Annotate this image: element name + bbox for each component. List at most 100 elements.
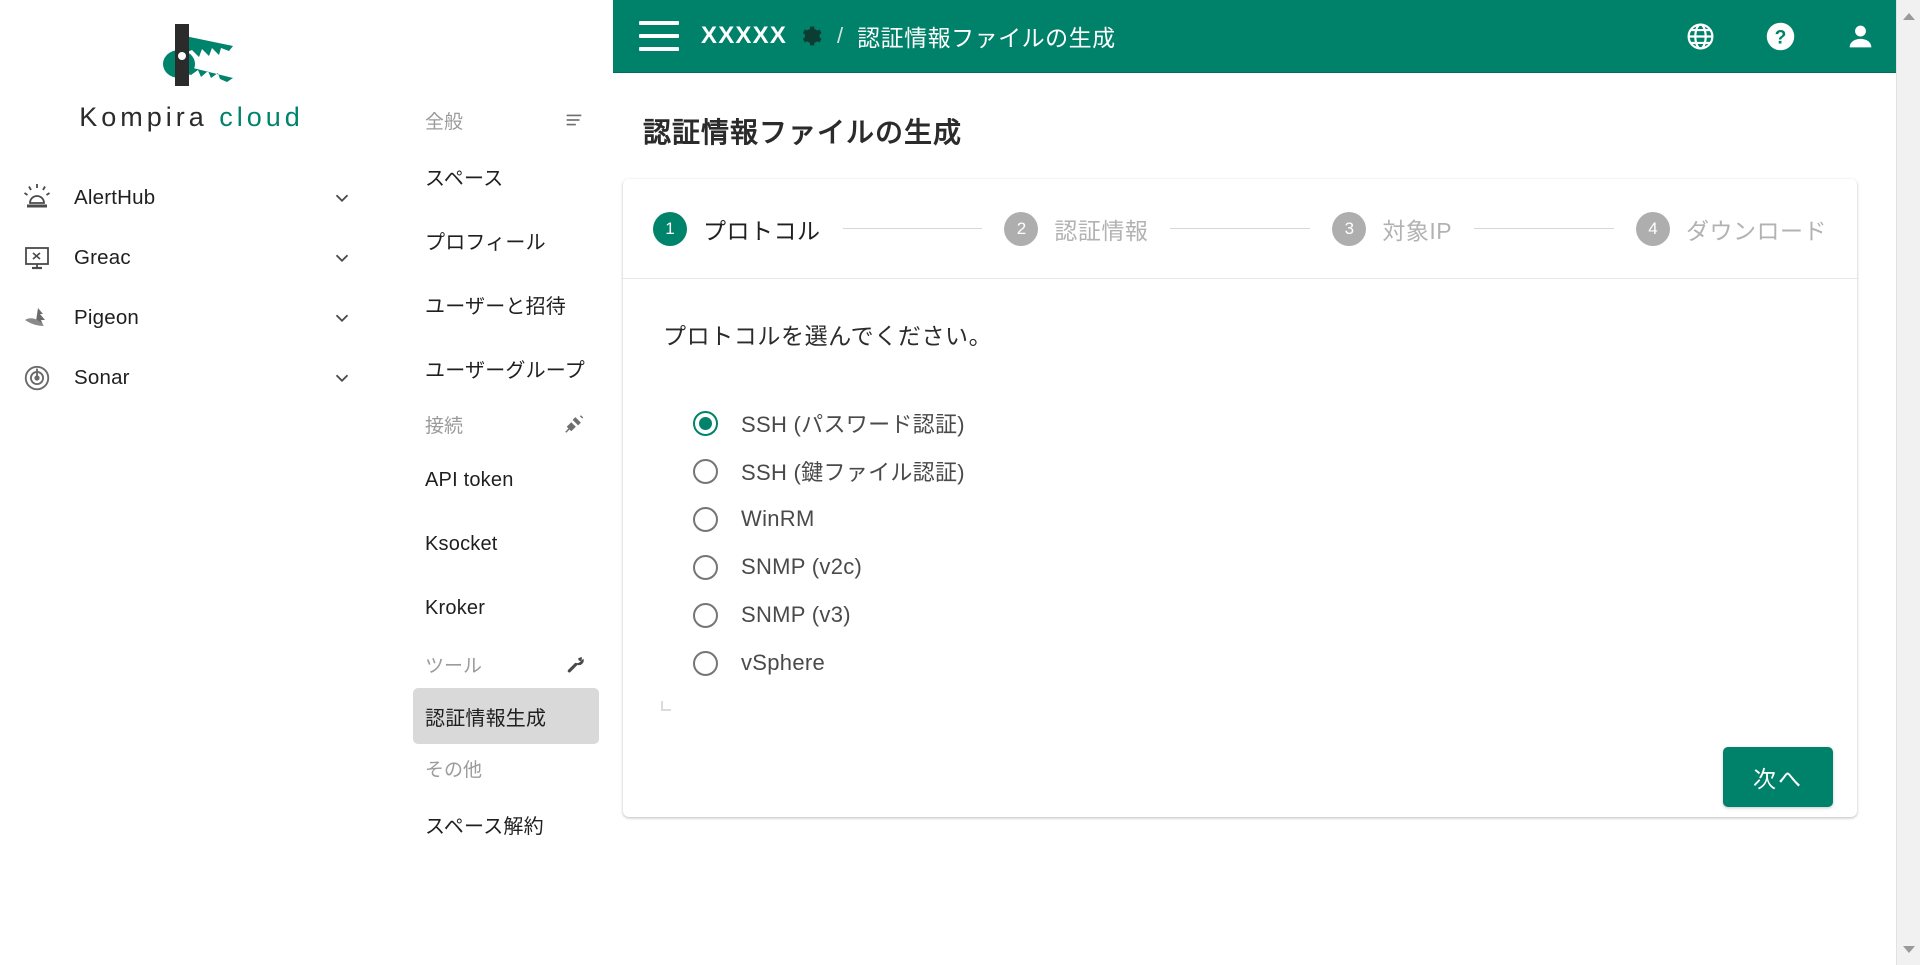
step-label: ダウンロード [1686,217,1827,244]
logo-word-primary: Kompira [79,102,208,132]
radio-dot [699,416,712,430]
chevron-down-icon[interactable] [331,187,353,209]
chevron-down-icon[interactable] [331,307,353,329]
logo-word-accent: cloud [219,102,304,132]
next-button[interactable]: 次へ [1723,747,1833,807]
list-icon [563,109,585,131]
app-root: Kompira cloud AlertHub Greac Pigeon Sona… [0,0,1920,965]
sidebar-item-kroker[interactable]: Kroker [383,576,613,640]
breadcrumb: 認証情報ファイルの生成 [857,25,1116,51]
chevron-down-icon [1903,945,1915,953]
product-item-sonar[interactable]: Sonar [0,348,383,408]
product-list: AlertHub Greac Pigeon Sonar [0,168,383,408]
sidebar-item-cancel-space[interactable]: スペース解約 [383,792,613,856]
radio-indicator[interactable] [693,506,718,532]
step-number: 4 [1636,211,1670,246]
step-connector [1474,228,1614,229]
topbar-actions: ? [1685,0,1876,73]
top-app-bar: XXXXX / 認証情報ファイルの生成 ? [613,0,1920,73]
sidebar-section-tools: ツール [383,640,613,688]
radio-indicator[interactable] [693,410,718,436]
sidebar-item-credential-generate[interactable]: 認証情報生成 [413,688,599,744]
gear-icon[interactable] [799,24,823,48]
page-scrollbar[interactable] [1896,0,1920,965]
radio-label: vSphere [741,650,826,675]
sidebar-item-label: API token [425,468,514,491]
sidebar-item-label: スペース [425,167,504,190]
wizard-body: プロトコルを選んでください。 SSH (パスワード認証) SSH (鍵ファイル認… [623,279,1857,747]
sidebar-item-api-token[interactable]: API token [383,448,613,512]
logo-wordmark: Kompira cloud [79,102,304,133]
radio-label: SNMP (v3) [741,602,851,627]
plug-icon [563,413,585,435]
hamburger-icon[interactable] [639,21,679,51]
sidebar-item-label: プロフィール [425,231,546,254]
kompira-croc-logo-icon [162,24,233,86]
sidebar-item-label: Ksocket [425,532,498,555]
step-4[interactable]: 4 ダウンロード [1636,211,1827,246]
sidebar-item-profile[interactable]: プロフィール [383,208,613,272]
radio-indicator[interactable] [693,554,718,580]
radio-indicator[interactable] [693,458,718,484]
wizard-card: 1 プロトコル 2 認証情報 3 対象IP 4 ダウンロード プロトコルを選んで… [623,179,1857,817]
breadcrumb-separator: / [837,23,844,48]
step-2[interactable]: 2 認証情報 [1004,211,1149,246]
radio-ssh-keyfile[interactable]: SSH (鍵ファイル認証) [693,447,1817,495]
radio-snmp-v3[interactable]: SNMP (v3) [693,591,1817,639]
product-item-greac[interactable]: Greac [0,228,383,288]
sidebar-item-label: ユーザーグループ [425,359,585,382]
sidebar-item-user-groups[interactable]: ユーザーグループ [383,336,613,400]
sidebar-item-label: スペース解約 [425,815,544,838]
radio-vsphere[interactable]: vSphere [693,639,1817,687]
sidebar-item-space[interactable]: スペース [383,144,613,208]
sidebar-item-ksocket[interactable]: Ksocket [383,512,613,576]
product-item-pigeon[interactable]: Pigeon [0,288,383,348]
step-1[interactable]: 1 プロトコル [653,211,821,246]
step-label: 認証情報 [1054,217,1149,244]
siren-icon [0,182,74,214]
scroll-down-button[interactable] [1897,937,1920,961]
form-prompt: プロトコルを選んでください。 [663,323,993,349]
globe-icon[interactable] [1685,21,1716,52]
step-number: 3 [1332,211,1367,246]
product-label: AlertHub [74,186,156,209]
sidebar-item-users-invites[interactable]: ユーザーと招待 [383,272,613,336]
pigeon-icon [0,302,74,334]
app-logo[interactable]: Kompira cloud [0,0,383,150]
main-content: XXXXX / 認証情報ファイルの生成 ? 認証情報ファイルの生成 1 プロトコ… [613,0,1920,965]
space-name: XXXXX [701,22,788,49]
wizard-footer: 次へ [623,747,1857,817]
chevron-up-icon [1903,12,1915,20]
sonar-icon [0,363,74,393]
step-connector [1170,228,1311,229]
chevron-down-icon[interactable] [331,367,353,389]
monitor-icon [0,242,74,274]
step-number: 1 [653,211,687,246]
product-label: Sonar [74,366,130,389]
scroll-up-button[interactable] [1897,4,1920,28]
resize-grip-icon[interactable] [661,701,671,711]
wrench-icon [563,653,585,675]
radio-ssh-password[interactable]: SSH (パスワード認証) [693,399,1817,447]
sidebar-section-connection: 接続 [383,400,613,448]
product-item-alerthub[interactable]: AlertHub [0,168,383,228]
sidebar-section-other: その他 [383,744,613,792]
account-icon[interactable] [1845,21,1876,52]
step-label: プロトコル [703,217,821,244]
sidebar-item-label: Kroker [425,596,486,619]
radio-indicator[interactable] [693,602,718,628]
step-3[interactable]: 3 対象IP [1332,211,1453,246]
step-connector [842,228,983,229]
sidebar-section-label: 接続 [425,415,464,437]
radio-label: WinRM [741,506,815,531]
svg-text:?: ? [1775,27,1787,48]
radio-snmp-v2c[interactable]: SNMP (v2c) [693,543,1817,591]
help-icon[interactable]: ? [1764,20,1797,53]
sidebar-section-general: 全般 [383,96,613,144]
radio-indicator[interactable] [693,650,718,676]
step-label: 対象IP [1382,217,1453,244]
chevron-down-icon[interactable] [331,247,353,269]
radio-winrm[interactable]: WinRM [693,495,1817,543]
sidebar-section-label: その他 [425,759,483,781]
radio-label: SNMP (v2c) [741,554,863,579]
